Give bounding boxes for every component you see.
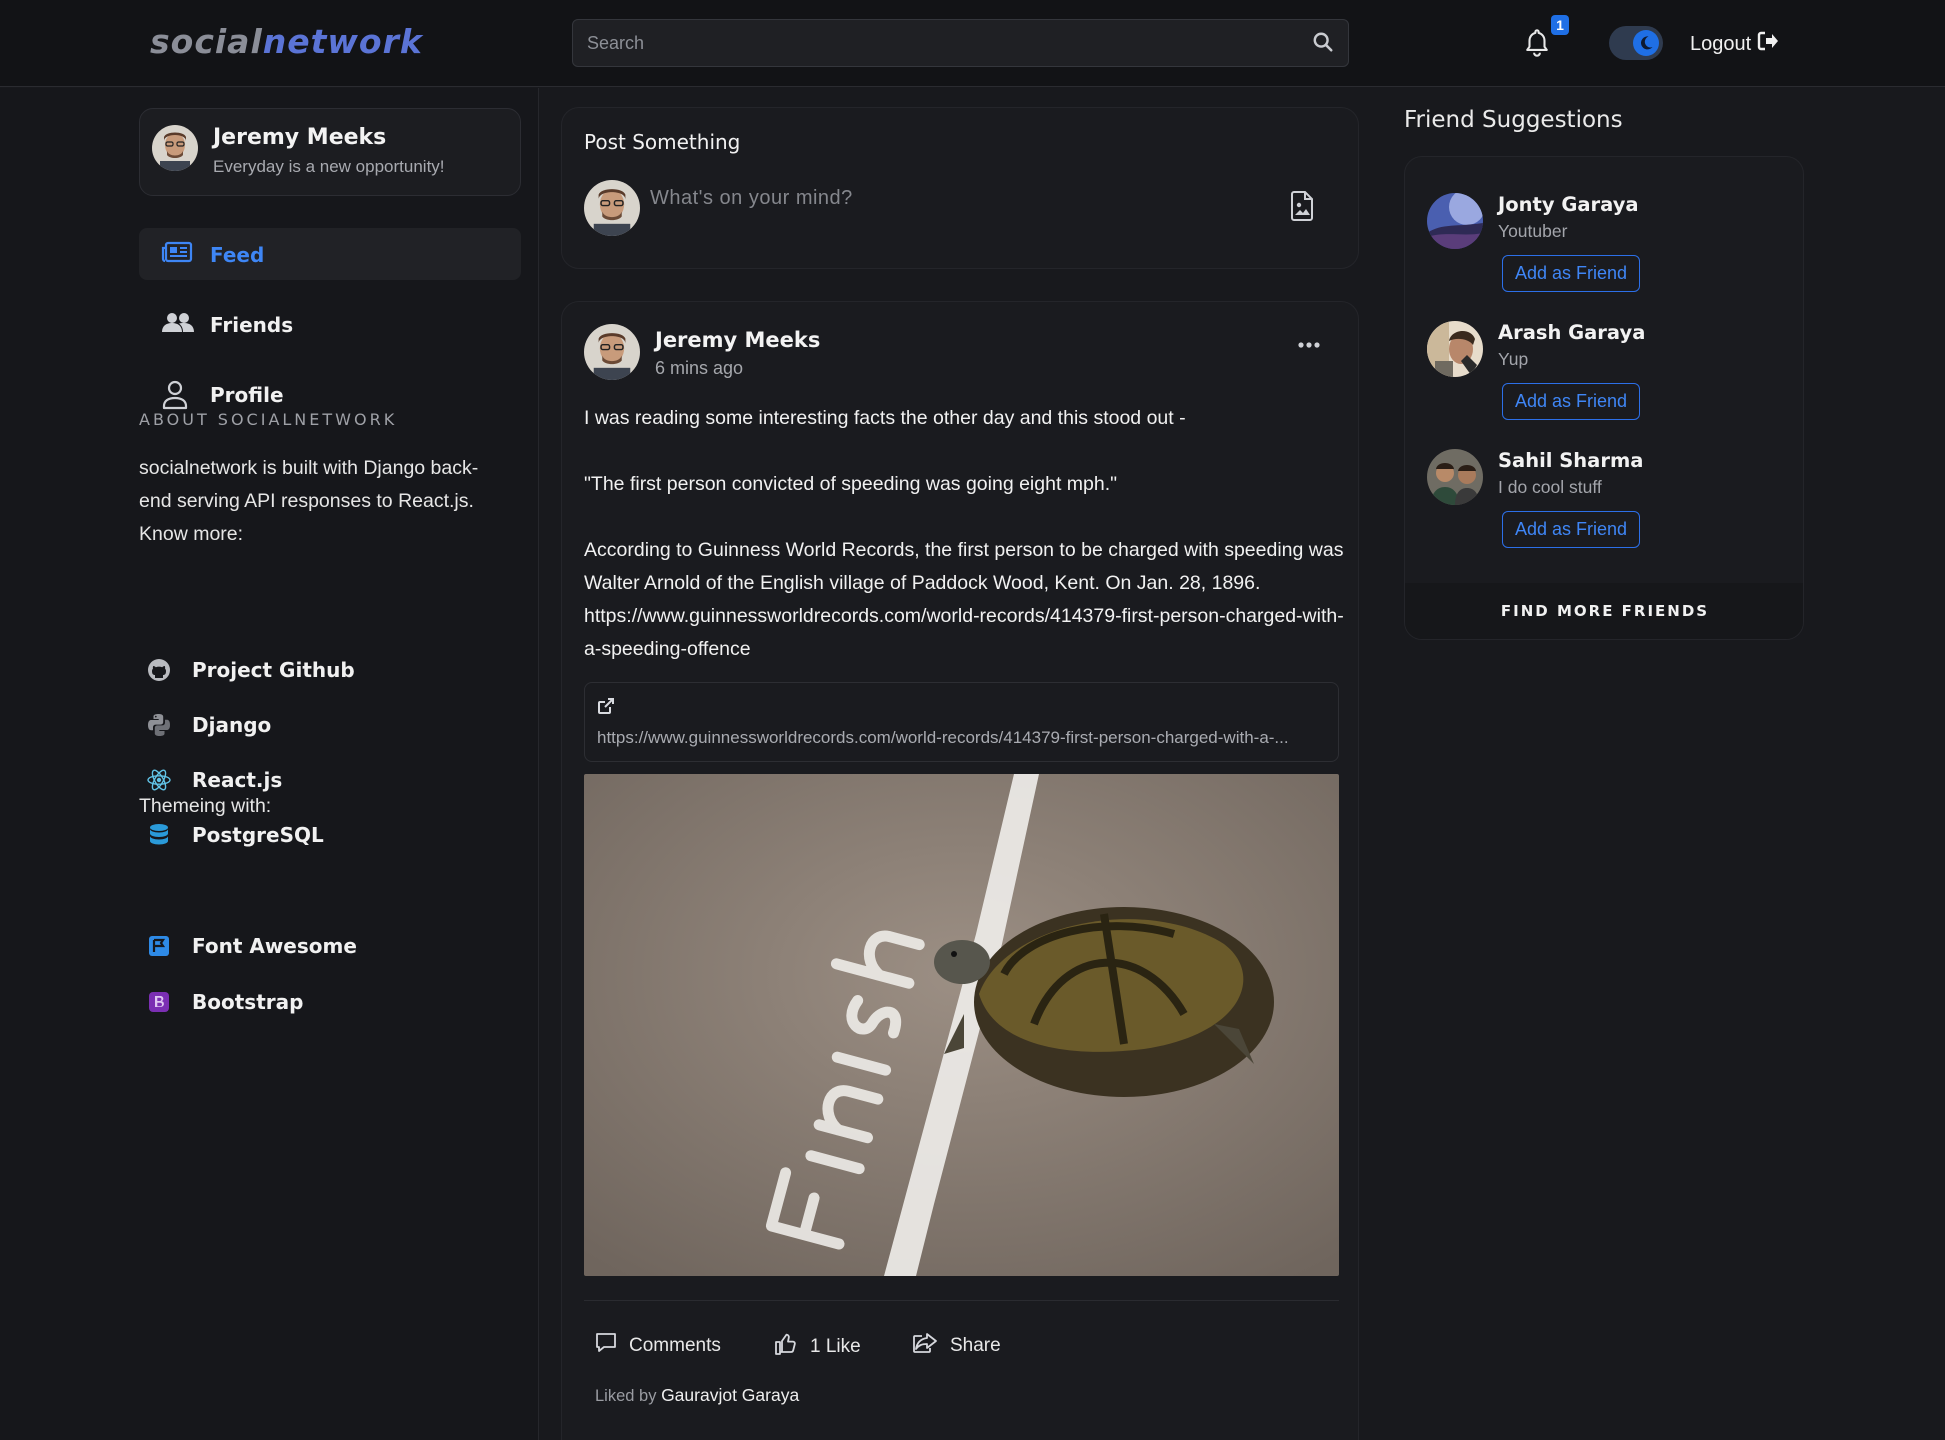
link-label: PostgreSQL — [192, 823, 324, 847]
share-button[interactable]: Share — [912, 1332, 1001, 1360]
suggestion-item: Arash Garaya Yup Add as Friend — [1405, 285, 1803, 420]
comment-icon — [595, 1332, 617, 1360]
liked-by-name[interactable]: Gauravjot Garaya — [661, 1385, 799, 1405]
suggestion-subtitle: I do cool stuff — [1498, 477, 1602, 497]
python-icon — [147, 713, 171, 737]
link-label: React.js — [192, 768, 283, 792]
friend-suggestions-title: Friend Suggestions — [1404, 107, 1623, 133]
likes-label: 1 Like — [810, 1336, 861, 1357]
nav-feed[interactable]: Feed — [139, 228, 521, 280]
comments-button[interactable]: Comments — [595, 1332, 721, 1360]
link-label: Font Awesome — [192, 934, 357, 958]
font-awesome-icon — [147, 934, 171, 958]
liked-by: Liked by Gauravjot Garaya — [595, 1385, 799, 1406]
link-project-github[interactable]: Project Github — [147, 658, 355, 682]
logout-label: Logout — [1690, 32, 1752, 55]
search-bar — [572, 19, 1349, 67]
post-image[interactable] — [584, 774, 1339, 1276]
left-sidebar: Jeremy Meeks Everyday is a new opportuni… — [0, 88, 539, 1440]
link-postgresql[interactable]: PostgreSQL — [147, 823, 324, 847]
avatar — [152, 125, 198, 171]
database-icon — [147, 823, 171, 847]
liked-by-prefix: Liked by — [595, 1387, 657, 1405]
react-icon — [147, 768, 171, 792]
link-label: Bootstrap — [192, 990, 304, 1014]
avatar[interactable] — [1427, 449, 1483, 505]
link-preview-url: https://www.guinnessworldrecords.com/wor… — [597, 728, 1289, 747]
profile-tagline: Everyday is a new opportunity! — [213, 157, 445, 176]
avatar[interactable] — [584, 324, 640, 380]
notification-badge: 1 — [1551, 15, 1569, 35]
like-button[interactable]: 1 Like — [774, 1332, 861, 1362]
suggestion-name[interactable]: Sahil Sharma — [1498, 449, 1643, 472]
thumbs-up-icon — [774, 1332, 798, 1362]
post-author[interactable]: Jeremy Meeks — [655, 328, 820, 352]
about-heading: ABOUT SOCIALNETWORK — [139, 410, 398, 429]
suggestion-item: Jonty Garaya Youtuber Add as Friend — [1405, 157, 1803, 292]
sign-out-icon — [1757, 31, 1779, 57]
post-input[interactable] — [650, 178, 1250, 218]
about-description: socialnetwork is built with Django back-… — [139, 457, 479, 545]
share-icon — [912, 1332, 938, 1360]
ellipsis-icon[interactable] — [1298, 336, 1320, 354]
suggestion-subtitle: Yup — [1498, 349, 1529, 369]
newspaper-icon — [161, 240, 193, 271]
search-icon[interactable] — [1312, 31, 1334, 58]
file-image-icon[interactable] — [1290, 191, 1314, 226]
post-card: Jeremy Meeks 6 mins ago I was reading so… — [561, 301, 1359, 1440]
link-django[interactable]: Django — [147, 713, 271, 737]
external-link-icon — [597, 697, 615, 720]
nav-friends[interactable]: Friends — [139, 298, 521, 350]
link-reactjs[interactable]: React.js — [147, 768, 282, 792]
add-friend-button[interactable]: Add as Friend — [1502, 511, 1640, 548]
profile-name: Jeremy Meeks — [213, 125, 387, 150]
post-composer: Post Something — [561, 107, 1359, 269]
friend-suggestions-card: Jonty Garaya Youtuber Add as Friend Aras… — [1404, 156, 1804, 640]
share-label: Share — [950, 1335, 1001, 1356]
link-preview[interactable]: https://www.guinnessworldrecords.com/wor… — [584, 682, 1339, 762]
github-icon — [147, 658, 171, 682]
dark-mode-toggle[interactable] — [1609, 26, 1663, 60]
avatar — [584, 180, 640, 236]
link-bootstrap[interactable]: Bootstrap — [147, 990, 303, 1014]
composer-title: Post Something — [584, 130, 741, 154]
post-divider — [584, 1300, 1339, 1301]
find-more-friends-button[interactable]: FIND MORE FRIENDS — [1405, 583, 1803, 639]
logo-part-social: social — [150, 22, 263, 61]
search-input[interactable] — [573, 20, 1293, 66]
theming-heading: Themeing with: — [139, 795, 272, 817]
avatar[interactable] — [1427, 193, 1483, 249]
nav-profile-label: Profile — [210, 383, 284, 407]
nav-feed-label: Feed — [210, 243, 265, 267]
link-label: Django — [192, 713, 272, 737]
post-timestamp: 6 mins ago — [655, 358, 744, 378]
link-font-awesome[interactable]: Font Awesome — [147, 934, 357, 958]
logout-button[interactable]: Logout — [1690, 31, 1779, 57]
users-icon — [161, 310, 195, 341]
comments-label: Comments — [629, 1335, 721, 1356]
post-body: I was reading some interesting facts the… — [584, 407, 1344, 660]
profile-card[interactable]: Jeremy Meeks Everyday is a new opportuni… — [139, 108, 521, 196]
logo[interactable]: socialnetwork — [150, 22, 423, 61]
suggestion-name[interactable]: Arash Garaya — [1498, 321, 1645, 344]
suggestion-item: Sahil Sharma I do cool stuff Add as Frie… — [1405, 413, 1803, 548]
suggestion-name[interactable]: Jonty Garaya — [1498, 193, 1639, 216]
top-navbar: socialnetwork 1 Logout — [0, 0, 1945, 87]
moon-icon — [1633, 30, 1659, 56]
logo-part-network: network — [262, 22, 423, 61]
avatar[interactable] — [1427, 321, 1483, 377]
bootstrap-icon — [147, 990, 171, 1014]
bell-icon[interactable] — [1523, 28, 1551, 63]
suggestion-subtitle: Youtuber — [1498, 221, 1568, 241]
link-label: Project Github — [192, 658, 355, 682]
nav-friends-label: Friends — [210, 313, 294, 337]
